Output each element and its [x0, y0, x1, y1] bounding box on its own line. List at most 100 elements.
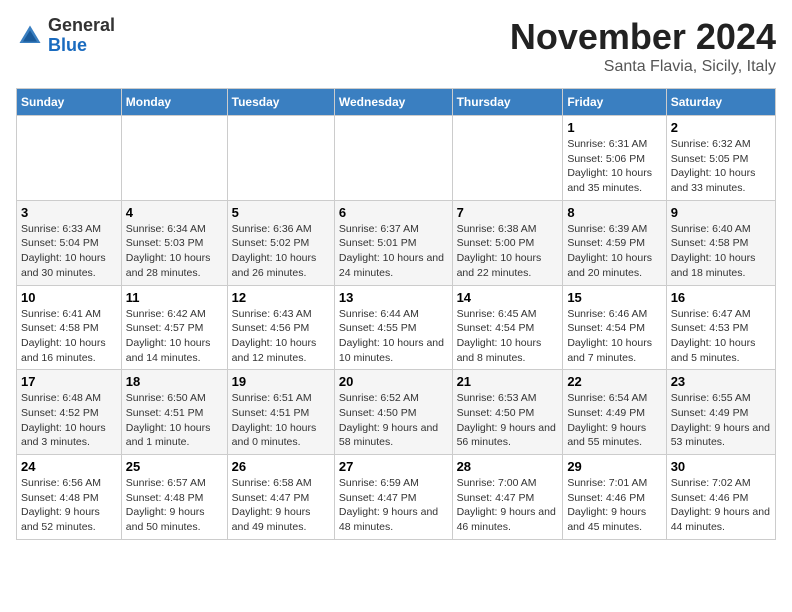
logo-icon: [16, 22, 44, 50]
day-info: Sunrise: 6:50 AM Sunset: 4:51 PM Dayligh…: [126, 391, 223, 450]
logo-text: General Blue: [48, 16, 115, 56]
day-info: Sunrise: 6:55 AM Sunset: 4:49 PM Dayligh…: [671, 391, 771, 450]
day-of-week-header: Tuesday: [227, 89, 334, 116]
day-number: 2: [671, 120, 771, 135]
day-number: 22: [567, 374, 661, 389]
calendar-cell: 21 Sunrise: 6:53 AM Sunset: 4:50 PM Dayli…: [452, 370, 563, 455]
location: Santa Flavia, Sicily, Italy: [510, 58, 776, 76]
day-number: 21: [457, 374, 559, 389]
calendar-cell: 17 Sunrise: 6:48 AM Sunset: 4:52 PM Dayli…: [17, 370, 122, 455]
calendar-cell: 8 Sunrise: 6:39 AM Sunset: 4:59 PM Daylig…: [563, 200, 666, 285]
calendar-cell: 27 Sunrise: 6:59 AM Sunset: 4:47 PM Dayli…: [334, 455, 452, 540]
calendar-cell: 23Sunrise: 6:55 AM Sunset: 4:49 PM Dayli…: [666, 370, 775, 455]
day-info: Sunrise: 6:44 AM Sunset: 4:55 PM Dayligh…: [339, 307, 448, 366]
title-block: November 2024 Santa Flavia, Sicily, Ital…: [510, 16, 776, 76]
calendar-cell: 19 Sunrise: 6:51 AM Sunset: 4:51 PM Dayli…: [227, 370, 334, 455]
calendar-week-row: 24 Sunrise: 6:56 AM Sunset: 4:48 PM Dayli…: [17, 455, 776, 540]
calendar-cell: 18 Sunrise: 6:50 AM Sunset: 4:51 PM Dayli…: [121, 370, 227, 455]
day-number: 16: [671, 290, 771, 305]
day-of-week-header: Friday: [563, 89, 666, 116]
day-number: 27: [339, 459, 448, 474]
calendar-cell: 10 Sunrise: 6:41 AM Sunset: 4:58 PM Dayli…: [17, 285, 122, 370]
day-info: Sunrise: 6:31 AM Sunset: 5:06 PM Dayligh…: [567, 137, 661, 196]
day-info: Sunrise: 6:53 AM Sunset: 4:50 PM Dayligh…: [457, 391, 559, 450]
day-info: Sunrise: 6:36 AM Sunset: 5:02 PM Dayligh…: [232, 222, 330, 281]
day-info: Sunrise: 6:47 AM Sunset: 4:53 PM Dayligh…: [671, 307, 771, 366]
day-info: Sunrise: 6:45 AM Sunset: 4:54 PM Dayligh…: [457, 307, 559, 366]
calendar-cell: 29Sunrise: 7:01 AM Sunset: 4:46 PM Dayli…: [563, 455, 666, 540]
day-number: 26: [232, 459, 330, 474]
day-number: 18: [126, 374, 223, 389]
calendar-cell: 9 Sunrise: 6:40 AM Sunset: 4:58 PM Daylig…: [666, 200, 775, 285]
calendar-cell: 25 Sunrise: 6:57 AM Sunset: 4:48 PM Dayli…: [121, 455, 227, 540]
calendar-cell: 1 Sunrise: 6:31 AM Sunset: 5:06 PM Daylig…: [563, 116, 666, 201]
day-number: 25: [126, 459, 223, 474]
day-number: 28: [457, 459, 559, 474]
day-info: Sunrise: 6:42 AM Sunset: 4:57 PM Dayligh…: [126, 307, 223, 366]
day-number: 8: [567, 205, 661, 220]
calendar-cell: 5Sunrise: 6:36 AM Sunset: 5:02 PM Daylig…: [227, 200, 334, 285]
day-info: Sunrise: 6:57 AM Sunset: 4:48 PM Dayligh…: [126, 476, 223, 535]
day-number: 17: [21, 374, 117, 389]
calendar-cell: 20 Sunrise: 6:52 AM Sunset: 4:50 PM Dayli…: [334, 370, 452, 455]
calendar-cell: 11 Sunrise: 6:42 AM Sunset: 4:57 PM Dayli…: [121, 285, 227, 370]
day-info: Sunrise: 6:33 AM Sunset: 5:04 PM Dayligh…: [21, 222, 117, 281]
calendar-cell: 3 Sunrise: 6:33 AM Sunset: 5:04 PM Daylig…: [17, 200, 122, 285]
day-info: Sunrise: 6:58 AM Sunset: 4:47 PM Dayligh…: [232, 476, 330, 535]
calendar-cell: 16 Sunrise: 6:47 AM Sunset: 4:53 PM Dayli…: [666, 285, 775, 370]
day-number: 20: [339, 374, 448, 389]
day-number: 14: [457, 290, 559, 305]
month-title: November 2024: [510, 16, 776, 58]
logo-general: General: [48, 15, 115, 35]
logo: General Blue: [16, 16, 115, 56]
calendar-cell: 13Sunrise: 6:44 AM Sunset: 4:55 PM Dayli…: [334, 285, 452, 370]
calendar-cell: [452, 116, 563, 201]
calendar-week-row: 3 Sunrise: 6:33 AM Sunset: 5:04 PM Daylig…: [17, 200, 776, 285]
calendar-cell: [334, 116, 452, 201]
calendar-cell: 15Sunrise: 6:46 AM Sunset: 4:54 PM Dayli…: [563, 285, 666, 370]
day-info: Sunrise: 6:39 AM Sunset: 4:59 PM Dayligh…: [567, 222, 661, 281]
day-info: Sunrise: 6:43 AM Sunset: 4:56 PM Dayligh…: [232, 307, 330, 366]
day-info: Sunrise: 6:40 AM Sunset: 4:58 PM Dayligh…: [671, 222, 771, 281]
day-info: Sunrise: 6:46 AM Sunset: 4:54 PM Dayligh…: [567, 307, 661, 366]
day-number: 1: [567, 120, 661, 135]
day-info: Sunrise: 6:56 AM Sunset: 4:48 PM Dayligh…: [21, 476, 117, 535]
day-number: 19: [232, 374, 330, 389]
calendar-cell: 30 Sunrise: 7:02 AM Sunset: 4:46 PM Dayli…: [666, 455, 775, 540]
day-info: Sunrise: 6:48 AM Sunset: 4:52 PM Dayligh…: [21, 391, 117, 450]
calendar-cell: 4Sunrise: 6:34 AM Sunset: 5:03 PM Daylig…: [121, 200, 227, 285]
day-number: 7: [457, 205, 559, 220]
day-info: Sunrise: 6:32 AM Sunset: 5:05 PM Dayligh…: [671, 137, 771, 196]
page-header: General Blue November 2024 Santa Flavia,…: [16, 16, 776, 76]
calendar-cell: 24 Sunrise: 6:56 AM Sunset: 4:48 PM Dayli…: [17, 455, 122, 540]
calendar-week-row: 17 Sunrise: 6:48 AM Sunset: 4:52 PM Dayli…: [17, 370, 776, 455]
day-info: Sunrise: 6:41 AM Sunset: 4:58 PM Dayligh…: [21, 307, 117, 366]
day-number: 9: [671, 205, 771, 220]
day-number: 30: [671, 459, 771, 474]
day-info: Sunrise: 7:02 AM Sunset: 4:46 PM Dayligh…: [671, 476, 771, 535]
day-of-week-header: Sunday: [17, 89, 122, 116]
calendar-week-row: 1 Sunrise: 6:31 AM Sunset: 5:06 PM Daylig…: [17, 116, 776, 201]
calendar-cell: 12 Sunrise: 6:43 AM Sunset: 4:56 PM Dayli…: [227, 285, 334, 370]
day-number: 3: [21, 205, 117, 220]
calendar-cell: 28Sunrise: 7:00 AM Sunset: 4:47 PM Dayli…: [452, 455, 563, 540]
calendar-cell: 26 Sunrise: 6:58 AM Sunset: 4:47 PM Dayli…: [227, 455, 334, 540]
calendar-cell: 2 Sunrise: 6:32 AM Sunset: 5:05 PM Daylig…: [666, 116, 775, 201]
day-info: Sunrise: 6:37 AM Sunset: 5:01 PM Dayligh…: [339, 222, 448, 281]
day-number: 10: [21, 290, 117, 305]
calendar-cell: [121, 116, 227, 201]
calendar-cell: [227, 116, 334, 201]
day-number: 11: [126, 290, 223, 305]
day-number: 12: [232, 290, 330, 305]
day-info: Sunrise: 6:59 AM Sunset: 4:47 PM Dayligh…: [339, 476, 448, 535]
calendar-body: 1 Sunrise: 6:31 AM Sunset: 5:06 PM Daylig…: [17, 116, 776, 540]
day-of-week-header: Saturday: [666, 89, 775, 116]
day-info: Sunrise: 6:34 AM Sunset: 5:03 PM Dayligh…: [126, 222, 223, 281]
day-info: Sunrise: 6:51 AM Sunset: 4:51 PM Dayligh…: [232, 391, 330, 450]
day-number: 6: [339, 205, 448, 220]
day-info: Sunrise: 6:52 AM Sunset: 4:50 PM Dayligh…: [339, 391, 448, 450]
day-info: Sunrise: 6:38 AM Sunset: 5:00 PM Dayligh…: [457, 222, 559, 281]
calendar-cell: [17, 116, 122, 201]
day-number: 24: [21, 459, 117, 474]
day-info: Sunrise: 6:54 AM Sunset: 4:49 PM Dayligh…: [567, 391, 661, 450]
